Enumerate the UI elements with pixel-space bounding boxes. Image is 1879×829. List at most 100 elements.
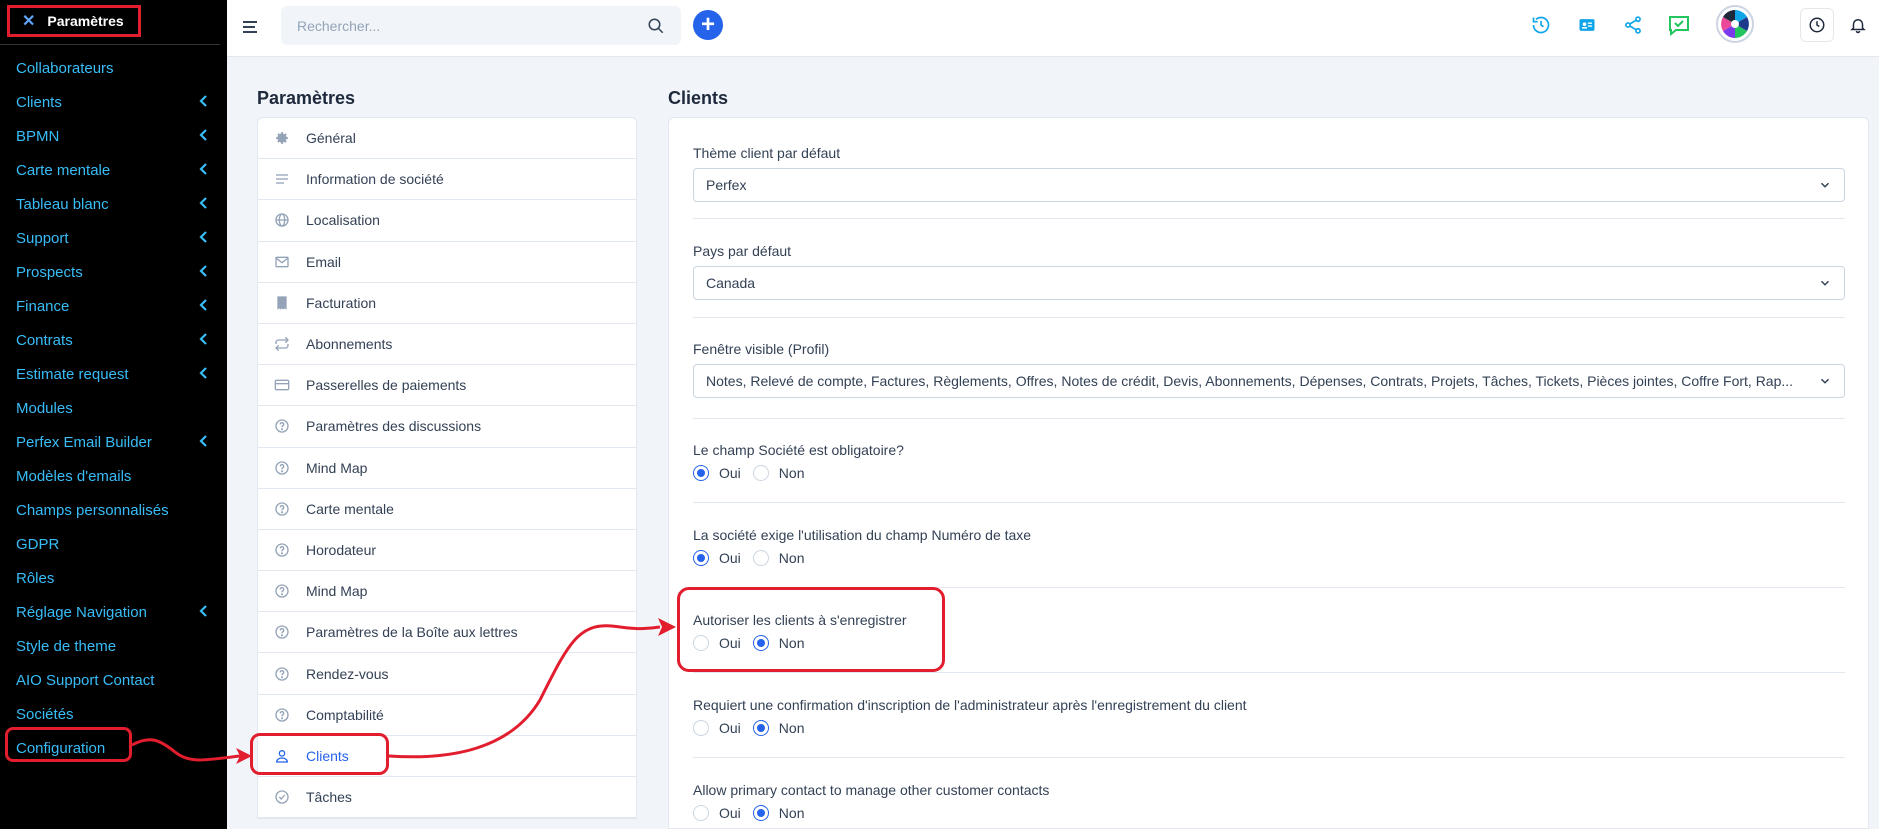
- contact-card-icon[interactable]: [1573, 11, 1601, 39]
- radio-no[interactable]: Non: [752, 805, 805, 821]
- radio-group: Oui Non: [693, 720, 1845, 736]
- add-button[interactable]: +: [693, 10, 723, 40]
- radio-circle[interactable]: [693, 720, 709, 736]
- chevron-left-icon: [199, 162, 209, 179]
- chevron-left-icon: [199, 230, 209, 247]
- settings-item-abonnements[interactable]: Abonnements: [258, 324, 636, 366]
- chevron-left-icon: [199, 434, 209, 451]
- settings-item-label: Abonnements: [306, 336, 393, 353]
- sidebar-item-gdpr[interactable]: GDPR: [0, 527, 227, 561]
- sidebar-item-bpmn[interactable]: BPMN: [0, 119, 227, 153]
- sidebar-item-prospects[interactable]: Prospects: [0, 255, 227, 289]
- sidebar-item-support[interactable]: Support: [0, 221, 227, 255]
- page-title: Clients: [668, 88, 729, 108]
- sidebar-item-modules[interactable]: Modules: [0, 391, 227, 425]
- settings-item-localisation[interactable]: Localisation: [258, 200, 636, 242]
- radio-label: Oui: [719, 720, 741, 736]
- divider: [693, 757, 1845, 758]
- chevron-left-icon: [199, 128, 209, 145]
- sidebar-item-collaborateurs[interactable]: Collaborateurs: [0, 51, 227, 85]
- sidebar-item-soci-t-s[interactable]: Sociétés: [0, 697, 227, 731]
- sidebar-item-carte-mentale[interactable]: Carte mentale: [0, 153, 227, 187]
- sidebar-item-label: Finance: [16, 297, 70, 315]
- chevron-left-icon: [199, 604, 209, 621]
- sidebar-item-label: Tableau blanc: [16, 195, 109, 213]
- sidebar-item-label: Support: [16, 229, 69, 247]
- settings-item-passerelles-de-paiements[interactable]: Passerelles de paiements: [258, 365, 636, 407]
- settings-item-facturation[interactable]: Facturation: [258, 283, 636, 324]
- sidebar-item-label: Collaborateurs: [16, 59, 114, 77]
- radio-circle[interactable]: [752, 805, 769, 821]
- theme-field: Thème client par défaut Perfex: [693, 145, 1845, 202]
- country-select[interactable]: Canada: [693, 266, 1845, 300]
- radio-yes[interactable]: Oui: [693, 465, 741, 481]
- radio-circle[interactable]: [752, 550, 769, 566]
- sidebar-item-label: Sociétés: [16, 705, 74, 723]
- settings-item-carte-mentale[interactable]: Carte mentale: [258, 489, 636, 530]
- settings-item-mind-map[interactable]: Mind Map: [258, 448, 636, 489]
- search-input[interactable]: [297, 17, 617, 34]
- sidebar-item-style-de-theme[interactable]: Style de theme: [0, 629, 227, 663]
- chevron-down-icon: [1820, 182, 1830, 188]
- radio-group: Oui Non: [693, 550, 1845, 566]
- settings-item-comptabilit[interactable]: Comptabilité: [258, 695, 636, 736]
- settings-item-param-tres-de-la-bo-te-aux-lettres[interactable]: Paramètres de la Boîte aux lettres: [258, 612, 636, 654]
- sidebar-item-r-glage-navigation[interactable]: Réglage Navigation: [0, 595, 227, 629]
- radio-circle[interactable]: [693, 465, 709, 481]
- radio-no[interactable]: Non: [752, 465, 805, 481]
- field-label: La société exige l'utilisation du champ …: [693, 527, 1032, 543]
- theme-select[interactable]: Perfex: [693, 168, 1845, 202]
- settings-item-g-n-ral[interactable]: Général: [258, 118, 636, 160]
- visible-tabs-select[interactable]: Notes, Relevé de compte, Factures, Règle…: [693, 364, 1845, 398]
- settings-item-horodateur[interactable]: Horodateur: [258, 530, 636, 572]
- radio-no[interactable]: Non: [752, 550, 804, 566]
- radio-circle[interactable]: [752, 720, 769, 736]
- envelope-icon: [272, 252, 292, 272]
- avatar[interactable]: [1716, 5, 1754, 43]
- sidebar-item-mod-les-d-emails[interactable]: Modèles d'emails: [0, 459, 227, 493]
- search-box[interactable]: [281, 6, 681, 45]
- sidebar-item-label: Estimate request: [16, 365, 129, 383]
- search-icon[interactable]: [647, 17, 665, 35]
- settings-item-t-ches[interactable]: Tâches: [258, 777, 636, 819]
- radio-circle[interactable]: [752, 465, 769, 481]
- sidebar-item-perfex-email-builder[interactable]: Perfex Email Builder: [0, 425, 227, 459]
- question-icon: [272, 664, 292, 684]
- question-icon: [272, 540, 292, 560]
- radio-label: Non: [778, 465, 805, 481]
- radio-circle[interactable]: [693, 550, 709, 566]
- chat-icon[interactable]: [1665, 11, 1693, 39]
- bell-icon[interactable]: [1841, 8, 1875, 42]
- settings-item-label: Comptabilité: [306, 706, 384, 723]
- radio-yes[interactable]: Oui: [693, 720, 741, 736]
- menu-toggle-icon[interactable]: [243, 16, 265, 38]
- radio-label: Non: [778, 805, 805, 821]
- settings-item-email[interactable]: Email: [258, 242, 636, 283]
- settings-item-rendez-vous[interactable]: Rendez-vous: [258, 653, 636, 695]
- sidebar-item-aio-support-contact[interactable]: AIO Support Contact: [0, 663, 227, 697]
- radio-yes[interactable]: Oui: [693, 805, 741, 821]
- divider: [693, 672, 1845, 673]
- close-icon[interactable]: ✕: [22, 11, 35, 31]
- sidebar-header[interactable]: ✕ Paramètres: [7, 5, 141, 37]
- history-icon[interactable]: [1527, 11, 1555, 39]
- sidebar-item-tableau-blanc[interactable]: Tableau blanc: [0, 187, 227, 221]
- settings-item-param-tres-des-discussions[interactable]: Paramètres des discussions: [258, 406, 636, 448]
- radio-circle[interactable]: [693, 805, 709, 821]
- radio-yes[interactable]: Oui: [693, 550, 741, 566]
- divider: [693, 418, 1845, 419]
- settings-item-label: Tâches: [306, 789, 352, 806]
- settings-item-mind-map[interactable]: Mind Map: [258, 571, 636, 613]
- sidebar-item-r-les[interactable]: Rôles: [0, 561, 227, 595]
- clock-icon[interactable]: [1800, 8, 1834, 42]
- gear-icon: [272, 128, 292, 148]
- share-icon[interactable]: [1619, 11, 1647, 39]
- radio-no[interactable]: Non: [752, 720, 804, 736]
- sidebar-item-finance[interactable]: Finance: [0, 289, 227, 323]
- settings-item-information-de-soci-t[interactable]: Information de société: [258, 159, 636, 201]
- sidebar-item-champs-personnalis-s[interactable]: Champs personnalisés: [0, 493, 227, 527]
- radio-question: Le champ Société est obligatoire? Oui Non: [693, 442, 1845, 481]
- sidebar-item-contrats[interactable]: Contrats: [0, 323, 227, 357]
- sidebar-item-clients[interactable]: Clients: [0, 85, 227, 119]
- sidebar-item-estimate-request[interactable]: Estimate request: [0, 357, 227, 391]
